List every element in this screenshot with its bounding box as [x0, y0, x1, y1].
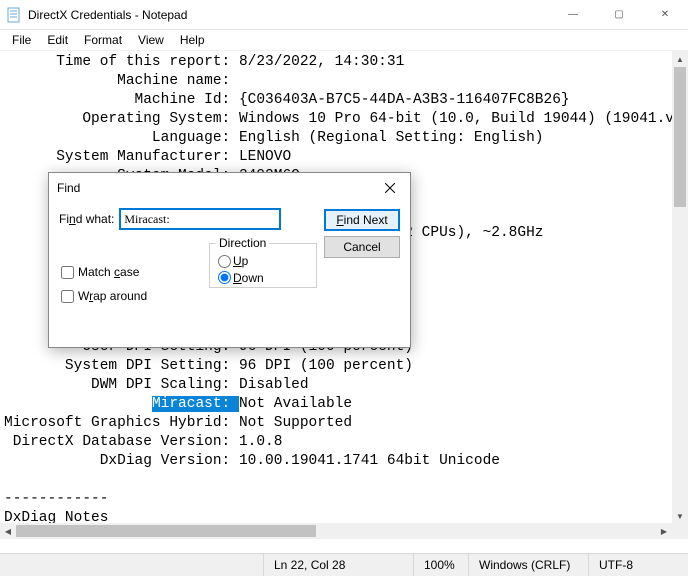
vscroll-thumb[interactable]: [674, 67, 686, 207]
find-label-pre: Fi: [59, 212, 69, 226]
vscroll-track[interactable]: [672, 67, 688, 508]
scrollbar-corner: [672, 523, 688, 539]
scroll-up-icon[interactable]: ▲: [672, 51, 688, 67]
status-encoding: UTF-8: [588, 554, 688, 576]
wr-post: ap around: [93, 289, 147, 303]
menu-format[interactable]: Format: [76, 31, 130, 49]
up-post: p: [242, 254, 249, 268]
title-bar: DirectX Credentials - Notepad — ▢ ✕: [0, 0, 688, 30]
find-next-post: ind Next: [344, 213, 388, 227]
editor-highlight-suffix: Not Available: [239, 396, 352, 412]
vertical-scrollbar[interactable]: ▲ ▼: [672, 51, 688, 524]
minimize-button[interactable]: —: [550, 0, 596, 30]
status-zoom: 100%: [413, 554, 468, 576]
wrap-around-option[interactable]: Wrap around: [61, 289, 147, 303]
editor-search-highlight: Miracast:: [152, 396, 239, 412]
menu-file[interactable]: File: [4, 31, 39, 49]
editor-text-after: Microsoft Graphics Hybrid: Not Supported…: [4, 415, 500, 524]
cancel-button[interactable]: Cancel: [324, 236, 400, 258]
find-what-label: Find what:: [59, 212, 114, 226]
find-dialog: Find Find what: Find Next Cancel Directi…: [48, 172, 411, 348]
find-label-post: d what:: [76, 212, 115, 226]
wrap-around-checkbox[interactable]: [61, 290, 74, 303]
scroll-left-icon[interactable]: ◀: [0, 523, 16, 539]
direction-down-option[interactable]: Down: [218, 271, 264, 285]
status-line-ending: Windows (CRLF): [468, 554, 588, 576]
direction-up-option[interactable]: Up: [218, 254, 248, 268]
find-dialog-title: Find: [49, 173, 410, 203]
down-post: own: [242, 271, 264, 285]
status-position: Ln 22, Col 28: [263, 554, 413, 576]
mc-post: ase: [120, 265, 139, 279]
find-label-u: n: [69, 212, 76, 226]
hscroll-track[interactable]: [16, 523, 656, 539]
up-u: U: [233, 254, 242, 268]
find-options: Match case Wrap around: [61, 265, 147, 303]
match-case-checkbox[interactable]: [61, 266, 74, 279]
down-u: D: [233, 271, 242, 285]
status-bar: Ln 22, Col 28 100% Windows (CRLF) UTF-8: [0, 553, 688, 576]
menu-help[interactable]: Help: [172, 31, 213, 49]
scroll-down-icon[interactable]: ▼: [672, 508, 688, 524]
menu-view[interactable]: View: [130, 31, 172, 49]
horizontal-scrollbar[interactable]: ◀ ▶: [0, 523, 672, 539]
direction-legend: Direction: [216, 236, 269, 250]
window-title: DirectX Credentials - Notepad: [28, 8, 550, 22]
close-button[interactable]: ✕: [642, 0, 688, 30]
match-case-option[interactable]: Match case: [61, 265, 147, 279]
hscroll-thumb[interactable]: [16, 525, 316, 537]
find-next-u: F: [336, 213, 343, 227]
notepad-icon: [6, 7, 22, 23]
direction-down-radio[interactable]: [218, 271, 231, 284]
find-close-button[interactable]: [370, 173, 410, 203]
find-next-button[interactable]: Find Next: [324, 209, 400, 231]
find-what-input[interactable]: [120, 209, 280, 229]
menu-bar: File Edit Format View Help: [0, 30, 688, 50]
menu-edit[interactable]: Edit: [39, 31, 76, 49]
wr-pre: W: [78, 289, 89, 303]
mc-pre: Match: [78, 265, 114, 279]
direction-group: Direction Up Down: [209, 243, 317, 288]
editor-highlight-prefix: [4, 396, 152, 412]
find-dialog-buttons: Find Next Cancel: [324, 209, 400, 258]
scroll-right-icon[interactable]: ▶: [656, 523, 672, 539]
maximize-button[interactable]: ▢: [596, 0, 642, 30]
direction-up-radio[interactable]: [218, 255, 231, 268]
window-controls: — ▢ ✕: [550, 0, 688, 30]
